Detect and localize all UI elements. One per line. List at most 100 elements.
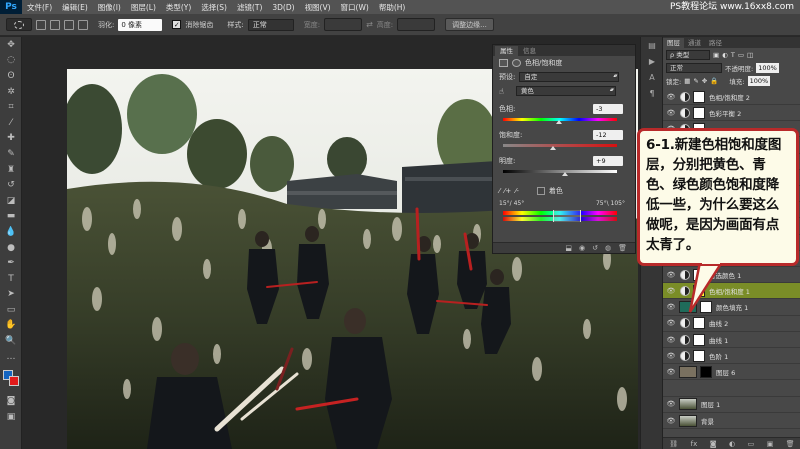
eye-icon[interactable]: 👁 — [666, 286, 676, 296]
menu-type[interactable]: 类型(Y) — [161, 2, 196, 13]
healing-brush-icon[interactable]: ✚ — [0, 131, 22, 147]
hand-icon[interactable]: ✋ — [0, 318, 22, 334]
tab-info[interactable]: 信息 — [518, 46, 541, 56]
eyedropper-icon[interactable]: ⁄ — [0, 115, 22, 131]
tab-channels[interactable]: 通道 — [684, 38, 705, 48]
antialias-checkbox[interactable]: ✓ — [172, 20, 182, 29]
style-select[interactable]: 正常 — [247, 18, 294, 31]
eye-icon[interactable]: 👁 — [666, 351, 676, 361]
screen-mode-icon[interactable]: ▣ — [0, 409, 22, 425]
menu-image[interactable]: 图像(I) — [93, 2, 126, 13]
layer-row[interactable]: 👁 可选颜色 1 — [663, 267, 800, 284]
lock-all-icon[interactable]: 🔒 — [710, 77, 718, 85]
history-panel-icon[interactable]: ▤ — [641, 37, 663, 53]
layer-row[interactable]: 👁 颜色填充 1 — [663, 300, 800, 316]
width-input[interactable] — [324, 18, 363, 31]
layer-row[interactable]: 👁 色相/饱和度 1 — [663, 283, 800, 300]
character-panel-icon[interactable]: A — [641, 69, 663, 85]
layer-thumbnail[interactable] — [679, 365, 697, 378]
subtract-selection-icon[interactable] — [64, 19, 74, 30]
menu-3d[interactable]: 3D(D) — [267, 3, 299, 12]
clip-to-layer-icon[interactable]: ⬓ — [565, 244, 572, 252]
dodge-icon[interactable]: ● — [0, 240, 22, 256]
eye-icon[interactable]: 👁 — [666, 302, 676, 312]
view-previous-icon[interactable]: ◉ — [579, 244, 585, 252]
new-adjustment-icon[interactable]: ◐ — [729, 440, 735, 448]
menu-filter[interactable]: 滤镜(T) — [232, 2, 267, 13]
opacity-input[interactable]: 100% — [756, 62, 779, 73]
filter-pixel-icon[interactable]: ▣ — [713, 51, 719, 59]
elliptical-marquee-icon[interactable]: ◌ — [0, 53, 22, 69]
layer-thumbnail[interactable] — [679, 301, 697, 314]
new-layer-icon[interactable]: ▣ — [767, 440, 774, 448]
layer-mask-thumbnail[interactable] — [693, 284, 705, 297]
more-tools-icon[interactable]: … — [0, 349, 22, 365]
height-input[interactable] — [397, 18, 436, 31]
link-layers-icon[interactable]: ⛓ — [669, 440, 678, 448]
blur-icon[interactable]: 💧 — [0, 224, 22, 240]
eye-icon[interactable]: 👁 — [666, 108, 676, 118]
hue-slider-thumb[interactable] — [555, 120, 562, 124]
layer-row[interactable]: 👁 色阶 1 — [663, 348, 800, 365]
preset-select[interactable]: 自定 — [519, 72, 620, 82]
menu-window[interactable]: 窗口(W) — [336, 2, 374, 13]
eye-icon[interactable]: 👁 — [666, 270, 676, 280]
layer-thumbnail[interactable] — [679, 398, 697, 411]
lasso-icon[interactable]: ʘ — [0, 68, 22, 84]
pen-icon[interactable]: ✒ — [0, 255, 22, 271]
layer-row[interactable] — [663, 381, 800, 397]
eye-icon[interactable]: 👁 — [666, 367, 676, 377]
actions-panel-icon[interactable]: ▶ — [641, 53, 663, 69]
paragraph-panel-icon[interactable]: ¶ — [641, 85, 663, 101]
menu-file[interactable]: 文件(F) — [22, 2, 57, 13]
menu-help[interactable]: 帮助(H) — [374, 2, 411, 13]
layer-mask-thumbnail[interactable] — [700, 301, 712, 314]
layer-thumbnail[interactable] — [679, 414, 697, 427]
layer-mask-thumbnail[interactable] — [693, 268, 705, 281]
colorize-checkbox[interactable] — [536, 187, 545, 195]
trash-icon[interactable]: 🗑 — [618, 244, 627, 252]
filter-adjust-icon[interactable]: ◐ — [722, 51, 728, 59]
feather-input[interactable]: 0 像素 — [118, 18, 163, 31]
layer-row[interactable]: 👁 曲线 1 — [663, 332, 800, 348]
refine-edge-button[interactable]: 调整边缘... — [445, 18, 494, 31]
layer-mask-thumbnail[interactable] — [700, 365, 712, 378]
eye-icon[interactable]: 👁 — [666, 318, 676, 328]
layer-row[interactable]: 👁 图层 1 — [663, 397, 800, 413]
layer-mask-thumbnail[interactable] — [693, 349, 705, 362]
magic-wand-icon[interactable]: ✲ — [0, 84, 22, 100]
menu-view[interactable]: 视图(V) — [300, 2, 336, 13]
new-group-icon[interactable]: ▭ — [748, 440, 755, 448]
layer-row[interactable]: 👁 曲线 2 — [663, 316, 800, 332]
delete-layer-icon[interactable]: 🗑 — [786, 440, 795, 448]
swap-dimensions-icon[interactable]: ⇄ — [366, 20, 373, 29]
tab-paths[interactable]: 路径 — [705, 38, 726, 48]
history-brush-icon[interactable]: ↺ — [0, 177, 22, 193]
move-tool-icon[interactable]: ✥ — [0, 37, 22, 53]
eyedropper-plus-icon[interactable]: ⁄+ — [504, 187, 511, 195]
fill-input[interactable]: 100% — [747, 75, 771, 86]
eraser-icon[interactable]: ◪ — [0, 193, 22, 209]
layer-mask-thumbnail[interactable] — [693, 106, 705, 119]
eyedropper-minus-icon[interactable]: ⁄- — [515, 187, 519, 195]
lightness-input[interactable]: +9 — [593, 156, 623, 166]
layer-row[interactable]: 👁 背景 — [663, 413, 800, 429]
new-selection-icon[interactable] — [36, 19, 46, 30]
menu-edit[interactable]: 编辑(E) — [57, 2, 93, 13]
kind-filter-select[interactable]: ρ 类型 — [666, 49, 710, 60]
mask-icon[interactable] — [512, 59, 521, 67]
eye-icon[interactable]: 👁 — [666, 92, 676, 102]
tab-layers[interactable]: 图层 — [663, 38, 684, 48]
lock-pixels-icon[interactable]: ▦ — [684, 77, 690, 85]
saturation-slider-thumb[interactable] — [550, 146, 557, 150]
layer-row[interactable]: 👁 色相/饱和度 2 — [663, 89, 800, 105]
add-mask-icon[interactable]: ◙ — [710, 440, 717, 448]
brush-icon[interactable]: ✎ — [0, 146, 22, 162]
saturation-slider[interactable] — [503, 144, 617, 147]
quick-mask-icon[interactable]: ◙ — [0, 393, 22, 409]
lock-move-icon[interactable]: ✥ — [702, 77, 707, 85]
tool-preset-picker[interactable] — [6, 18, 32, 31]
type-icon[interactable]: T — [0, 271, 22, 287]
layer-row[interactable]: 👁 图层 6 — [663, 364, 800, 381]
channel-select[interactable]: 黄色 — [515, 86, 616, 96]
